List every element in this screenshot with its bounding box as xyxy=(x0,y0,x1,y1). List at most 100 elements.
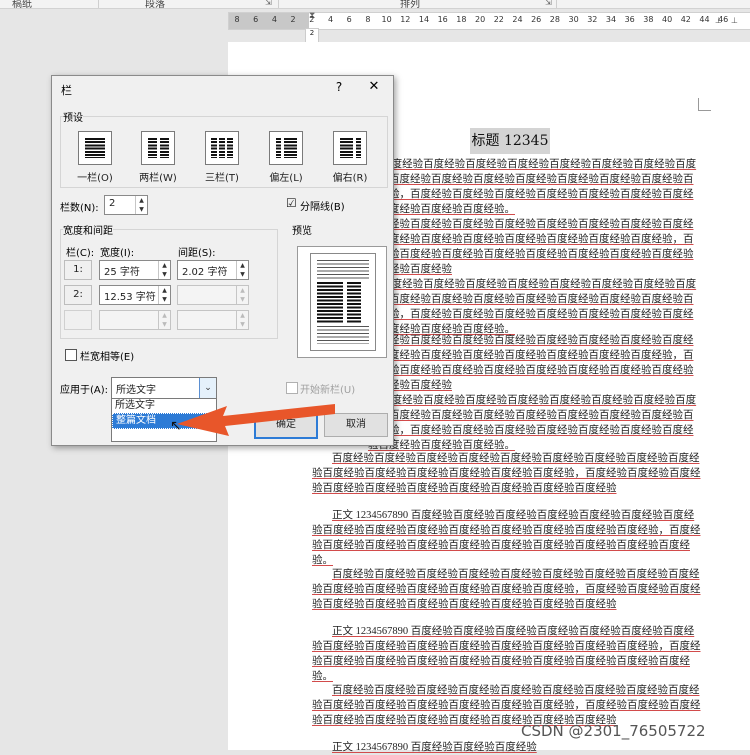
ruler-tick-label: 8 xyxy=(365,15,371,24)
spin-up-icon[interactable]: ▲ xyxy=(237,261,248,270)
page-corner-mark xyxy=(698,98,711,111)
preset-label: 三栏(T) xyxy=(205,173,239,184)
preset-left[interactable]: 偏左(L) xyxy=(269,131,303,184)
spacing-spinner-disabled: ▲ ▼ xyxy=(177,310,249,330)
preview-page xyxy=(310,253,376,351)
dialog-launcher-icon[interactable]: ⇲ xyxy=(545,0,552,7)
width-spinner[interactable]: 25 字符 ▲ ▼ xyxy=(99,260,171,280)
ruler-tick-label: 12 xyxy=(400,15,411,24)
separator-label: 分隔线(B) xyxy=(300,202,345,213)
preset-label: 两栏(W) xyxy=(139,173,177,184)
ribbon-strip: 稿纸 段落 ⇲ 排列 ⇲ xyxy=(0,0,750,10)
mouse-cursor-icon: ↖ xyxy=(170,418,182,434)
preset-label: 偏右(R) xyxy=(332,173,368,184)
ruler-tick-label: 24 xyxy=(512,15,523,24)
annotation-arrow-icon xyxy=(177,404,335,436)
width-header: 宽度(I): xyxy=(100,248,135,259)
preset-right[interactable]: 偏右(R) xyxy=(333,131,367,184)
equal-width-label: 栏宽相等(E) xyxy=(80,352,135,363)
ruler-tick-label: 14 xyxy=(418,15,430,24)
doc-paragraph[interactable]: 90 百度经验百度经验百度经验百度经验百度经验百度经验百度经验百度经验百度经验百… xyxy=(368,393,702,453)
spin-down-icon: ▼ xyxy=(240,296,245,303)
ruler-tick-label: 38 xyxy=(643,15,654,24)
num-columns-value: 2 xyxy=(109,198,116,209)
preview-pane xyxy=(297,246,387,358)
spin-down-icon: ▼ xyxy=(240,321,245,328)
doc-paragraph[interactable]: 90 百度经验百度经验百度经验百度经验百度经验百度经验百度经验百度经验百度经验百… xyxy=(368,277,702,337)
num-columns-label: 栏数(N): xyxy=(60,203,99,214)
ruler-tick-label: 26 xyxy=(531,15,542,24)
ruler-tick-label: 30 xyxy=(568,15,579,24)
tab-stop-icon[interactable]: ⊥ xyxy=(731,16,738,25)
ribbon-group-label: 稿纸 xyxy=(12,0,32,10)
dialog-title: 栏 xyxy=(61,84,72,97)
spacing-spinner-disabled: ▲ ▼ xyxy=(177,285,249,305)
dialog-launcher-icon[interactable]: ⇲ xyxy=(265,0,272,7)
doc-paragraph[interactable]: 正文 1234567890 百度经验百度经验百度经验 xyxy=(312,740,702,755)
spin-up-icon: ▲ xyxy=(162,312,167,319)
spin-down-icon[interactable]: ▼ xyxy=(136,205,147,214)
doc-paragraph[interactable]: 百度经验百度经验百度经验百度经验百度经验百度经验百度经验百度经验百度经验百度经验… xyxy=(368,333,702,393)
ribbon-separator xyxy=(556,0,557,8)
width-value: 12.53 字符 xyxy=(104,292,156,303)
ruler-tick-label: 28 xyxy=(549,15,560,24)
spacing-spinner[interactable]: 2.02 字符 ▲ ▼ xyxy=(177,260,249,280)
preset-three-columns[interactable]: 三栏(T) xyxy=(205,131,239,184)
doc-paragraph[interactable]: 正文 1234567890 百度经验百度经验百度经验百度经验百度经验百度经验百度… xyxy=(312,508,702,568)
ruler-tick-label: 18 xyxy=(456,15,467,24)
ribbon-group-label: 段落 xyxy=(145,0,165,10)
apply-to-value: 所选文字 xyxy=(116,385,156,396)
preset-label: 一栏(O) xyxy=(77,173,113,184)
ruler-tick-label: 6 xyxy=(253,15,259,24)
spacing-value: 2.02 字符 xyxy=(182,267,228,278)
doc-paragraph[interactable]: 90 百度经验百度经验百度经验百度经验百度经验百度经验百度经验百度经验百度经验百… xyxy=(368,157,702,217)
spin-up-icon[interactable]: ▲ xyxy=(136,196,147,205)
spin-down-icon[interactable]: ▼ xyxy=(159,295,170,304)
spin-up-icon: ▲ xyxy=(240,287,245,294)
help-button[interactable]: ? xyxy=(332,80,346,94)
ruler-tick-label: 46 xyxy=(718,15,729,24)
spin-up-icon[interactable]: ▲ xyxy=(159,286,170,295)
ruler-tick-label: 32 xyxy=(587,15,598,24)
doc-paragraph[interactable]: 百度经验百度经验百度经验百度经验百度经验百度经验百度经验百度经验百度经验百度经验… xyxy=(312,567,702,612)
ruler-tick-label: 8 xyxy=(234,15,240,24)
preset-two-columns[interactable]: 两栏(W) xyxy=(139,131,177,184)
width-spacing-label: 宽度和间距 xyxy=(63,222,113,237)
spin-up-icon[interactable]: ▲ xyxy=(159,261,170,270)
ruler-tick-label: 2 xyxy=(309,15,315,24)
document-title[interactable]: 标题 12345 xyxy=(470,128,550,154)
ruler-tick-label: 4 xyxy=(327,15,334,24)
doc-paragraph[interactable]: 百度经验百度经验百度经验百度经验百度经验百度经验百度经验百度经验百度经验百度经验… xyxy=(368,217,702,277)
doc-paragraph[interactable]: 百度经验百度经验百度经验百度经验百度经验百度经验百度经验百度经验百度经验百度经验… xyxy=(312,451,702,496)
ribbon-separator xyxy=(98,0,99,8)
spin-down-icon[interactable]: ▼ xyxy=(237,270,248,279)
spacing-header: 间距(S): xyxy=(178,248,216,259)
ruler-tick-label: 20 xyxy=(475,15,486,24)
apply-to-label: 应用于(A): xyxy=(60,385,109,396)
watermark: CSDN @2301_76505722 xyxy=(521,722,706,740)
width-spinner[interactable]: 12.53 字符 ▲ ▼ xyxy=(99,285,171,305)
spin-down-icon[interactable]: ▼ xyxy=(159,270,170,279)
ruler-tick-label: 16 xyxy=(437,15,448,24)
ruler-tick-label: 42 xyxy=(680,15,691,24)
ribbon-separator xyxy=(278,0,279,8)
column-number xyxy=(64,310,92,330)
equal-width-checkbox[interactable] xyxy=(65,349,77,361)
presets-label: 预设 xyxy=(63,109,83,124)
width-value: 25 字符 xyxy=(104,267,140,278)
ruler-tick-label: 44 xyxy=(699,15,710,24)
ruler-tick-label: 6 xyxy=(346,15,352,24)
preset-one-column[interactable]: 一栏(O) xyxy=(77,131,113,184)
ribbon-group-label: 排列 xyxy=(400,0,420,10)
separator-checkbox[interactable]: ☑ xyxy=(286,197,297,209)
spin-up-icon: ▲ xyxy=(240,312,245,319)
doc-paragraph[interactable]: 正文 1234567890 百度经验百度经验百度经验百度经验百度经验百度经验百度… xyxy=(312,624,702,684)
close-button[interactable]: ✕ xyxy=(366,79,382,94)
width-spinner-disabled: ▲ ▼ xyxy=(99,310,171,330)
ruler-tick-label: 34 xyxy=(605,15,617,24)
column-number: 2: xyxy=(64,285,92,305)
ruler-tick-label: 40 xyxy=(662,15,673,24)
column-header: 栏(C): xyxy=(66,248,95,259)
num-columns-spinner[interactable]: 2 ▲ ▼ xyxy=(104,195,148,215)
column-number: 1: xyxy=(64,260,92,280)
